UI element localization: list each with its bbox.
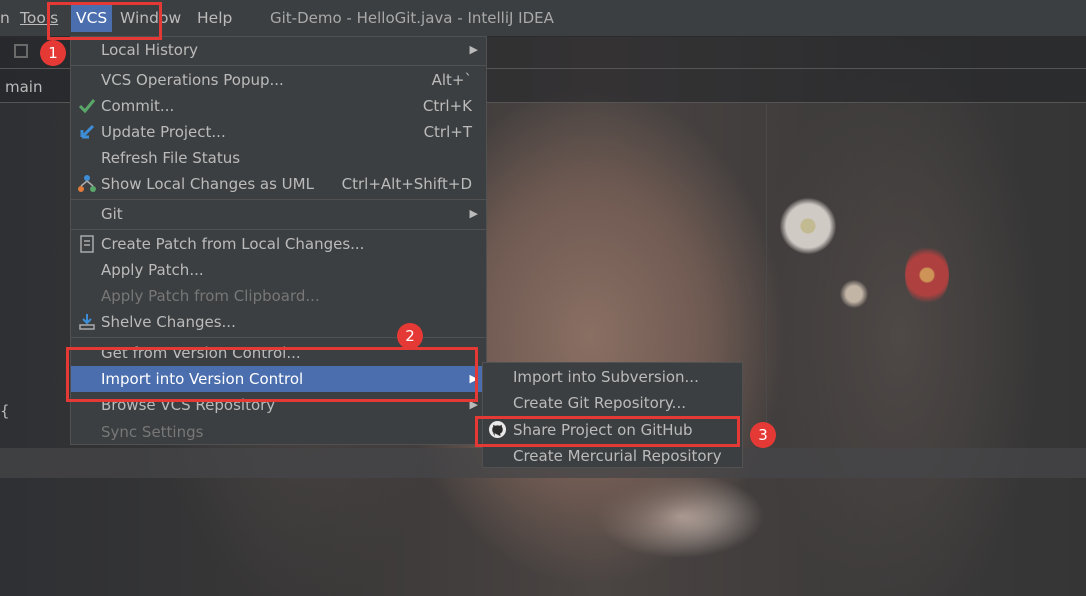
menu-item-shortcut: Ctrl+T [423, 123, 472, 141]
submenu-item-create-git-repository[interactable]: Create Git Repository... [483, 390, 742, 416]
annotation-badge-3: 3 [750, 422, 776, 448]
menu-item-apply-patch[interactable]: Apply Patch... [71, 257, 486, 283]
menubar: n Tools VCS Window Help Git-Demo - Hello… [0, 0, 1086, 37]
menu-item-shortcut: Ctrl+Alt+Shift+D [341, 175, 472, 193]
uml-icon [78, 175, 96, 192]
menu-separator [71, 229, 486, 230]
menu-item-shortcut: Ctrl+K [422, 97, 472, 115]
menu-separator [71, 337, 486, 338]
menu-item-refresh-file-status[interactable]: Refresh File Status [71, 145, 486, 171]
patch-icon [80, 235, 94, 253]
window-title: Git-Demo - HelloGit.java - IntelliJ IDEA [270, 9, 554, 27]
code-brace: { [0, 402, 10, 420]
annotation-badge-2: 2 [397, 323, 423, 349]
toolbar-icon[interactable] [14, 44, 28, 58]
menu-item-apply-patch-clipboard: Apply Patch from Clipboard... [71, 283, 486, 309]
menu-navigate-partial[interactable]: n [0, 8, 10, 28]
menu-item-label: Create Git Repository... [513, 394, 686, 412]
menu-item-label: Import into Subversion... [513, 368, 699, 386]
menu-separator [71, 199, 486, 200]
menu-item-sync-settings: Sync Settings [71, 419, 486, 445]
menu-item-commit[interactable]: Commit... Ctrl+K [71, 93, 486, 119]
menu-item-create-patch[interactable]: Create Patch from Local Changes... [71, 231, 486, 257]
update-arrow-icon [80, 124, 95, 139]
submenu-arrow-icon: ▶ [469, 43, 478, 56]
right-margin-guide [766, 102, 767, 448]
menu-item-label: Refresh File Status [101, 149, 241, 167]
branch-label[interactable]: main [5, 78, 42, 96]
menu-item-shortcut: Alt+` [431, 71, 472, 89]
menu-item-label: VCS Operations Popup... [101, 71, 284, 89]
menu-item-vcs-operations-popup[interactable]: VCS Operations Popup... Alt+` [71, 67, 486, 93]
annotation-box-import-vcs [66, 347, 478, 402]
menu-item-label: Commit... [101, 97, 175, 115]
menu-item-label: Git [101, 205, 123, 223]
menu-item-label: Local History [101, 41, 199, 59]
menu-item-update-project[interactable]: Update Project... Ctrl+T [71, 119, 486, 145]
menu-separator [71, 65, 486, 66]
submenu-arrow-icon: ▶ [469, 207, 478, 220]
menu-item-label: Show Local Changes as UML [101, 175, 314, 193]
menu-item-label: Sync Settings [101, 423, 204, 441]
menu-item-label: Update Project... [101, 123, 226, 141]
menu-item-show-local-changes-uml[interactable]: Show Local Changes as UML Ctrl+Alt+Shift… [71, 171, 486, 197]
submenu-item-import-subversion[interactable]: Import into Subversion... [483, 364, 742, 390]
menu-item-label: Apply Patch from Clipboard... [101, 287, 320, 305]
check-icon [78, 99, 96, 114]
import-into-vcs-submenu: Import into Subversion... Create Git Rep… [482, 362, 743, 468]
background-flower-small [840, 280, 868, 308]
menu-item-label: Apply Patch... [101, 261, 204, 279]
menu-item-label: Shelve Changes... [101, 313, 236, 331]
annotation-badge-1: 1 [40, 40, 66, 66]
menu-help[interactable]: Help [197, 8, 232, 28]
menu-item-git[interactable]: Git ▶ [71, 201, 486, 227]
background-flower-white [780, 198, 836, 254]
shelve-icon [79, 314, 95, 330]
menu-item-shelve-changes[interactable]: Shelve Changes... [71, 309, 486, 335]
annotation-box-vcs-menu [47, 2, 162, 40]
background-flower-red [905, 245, 949, 305]
menu-item-label: Create Patch from Local Changes... [101, 235, 365, 253]
annotation-box-share-github [475, 416, 740, 447]
menu-item-local-history[interactable]: Local History ▶ [71, 37, 486, 63]
